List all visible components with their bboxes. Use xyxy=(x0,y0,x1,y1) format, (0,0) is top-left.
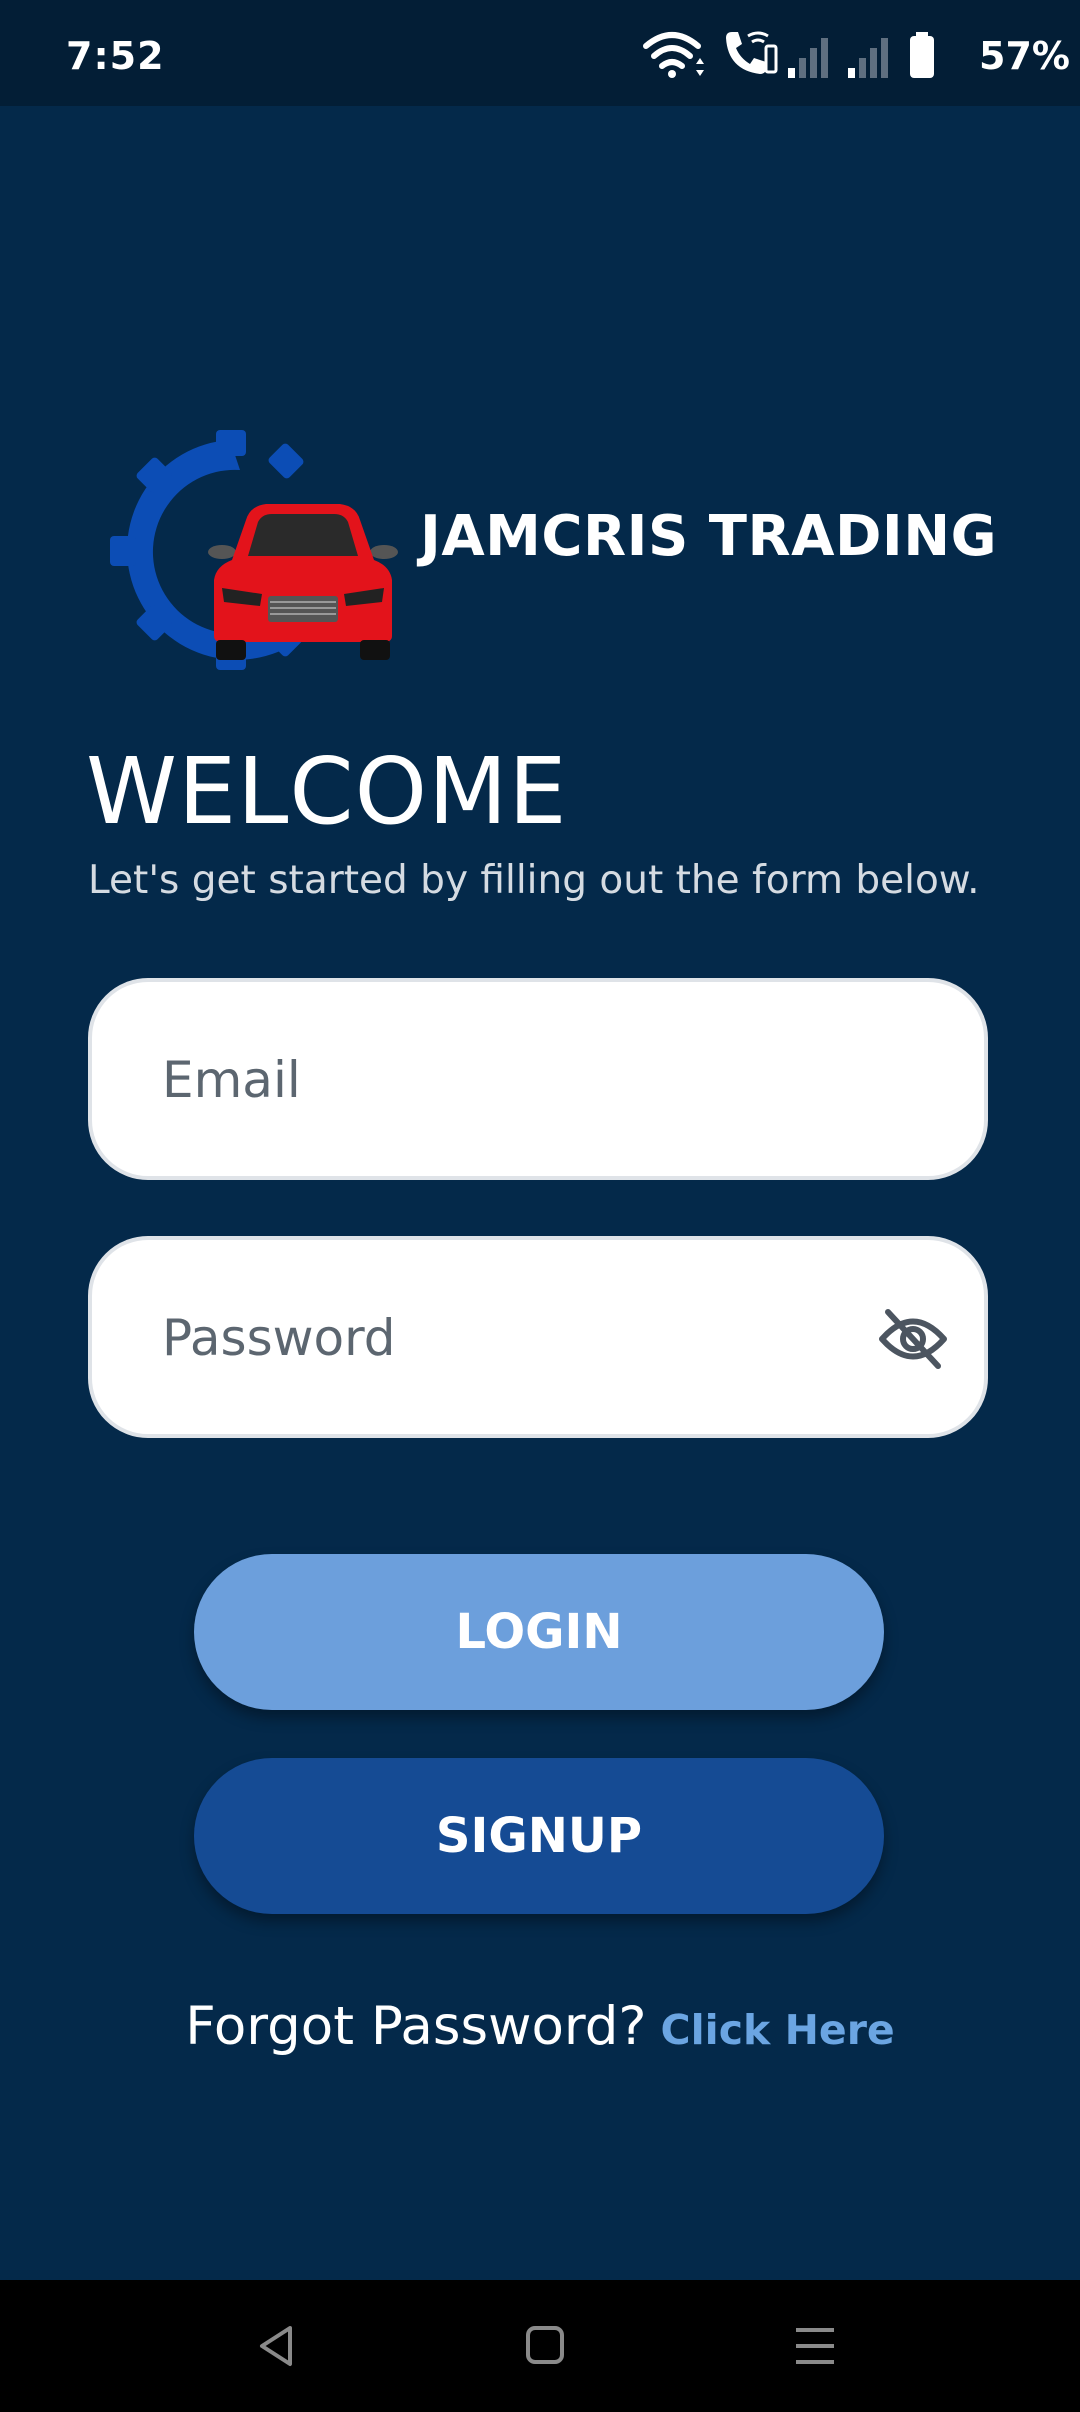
password-field-container xyxy=(88,1236,988,1438)
forgot-password-text: Forgot Password? xyxy=(185,1996,647,2057)
brand-name: JAMCRIS TRADING xyxy=(420,504,998,569)
status-time: 7:52 xyxy=(66,34,165,78)
password-field[interactable] xyxy=(160,1240,864,1436)
email-field-container xyxy=(88,978,988,1180)
eye-off-icon[interactable] xyxy=(878,1308,948,1370)
back-icon[interactable] xyxy=(248,2316,308,2376)
wifi-icon xyxy=(643,32,704,78)
forgot-password-row: Forgot Password? Click Here xyxy=(0,1996,1080,2057)
wifi-calling-icon xyxy=(726,31,778,74)
status-bar: 7:52 57% xyxy=(0,0,1080,106)
navigation-bar xyxy=(0,2280,1080,2412)
home-icon[interactable] xyxy=(516,2316,576,2376)
recents-icon[interactable] xyxy=(784,2316,844,2376)
car-gear-logo xyxy=(110,430,400,670)
login-button[interactable]: LOGIN xyxy=(194,1554,884,1710)
status-icons: 57% xyxy=(640,26,1080,86)
forgot-password-link[interactable]: Click Here xyxy=(661,2006,895,2054)
signup-button[interactable]: SIGNUP xyxy=(194,1758,884,1914)
signal-icon xyxy=(788,38,828,78)
welcome-title: WELCOME xyxy=(86,738,568,845)
battery-percent: 57% xyxy=(979,34,1070,78)
email-field[interactable] xyxy=(160,982,864,1178)
battery-icon xyxy=(910,32,934,78)
login-screen: 7:52 57% JAMCRIS TRADING WELCOME Let's g… xyxy=(0,0,1080,2412)
signal-icon xyxy=(848,38,888,78)
welcome-subtitle: Let's get started by filling out the for… xyxy=(88,858,980,903)
